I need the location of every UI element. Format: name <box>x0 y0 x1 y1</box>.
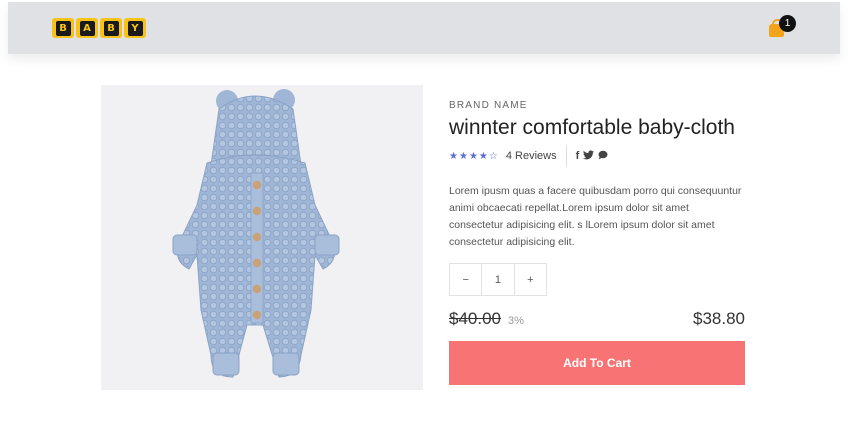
rating-stars: ★★★★☆ <box>449 151 499 162</box>
star-icon: ★ <box>449 150 459 162</box>
sale-price: $38.80 <box>693 309 745 328</box>
product-image <box>101 85 423 390</box>
cart-button[interactable]: 1 <box>768 15 798 41</box>
brand-logo[interactable]: B A B Y <box>52 18 146 38</box>
social-share: f <box>576 149 609 163</box>
star-icon: ★ <box>458 150 469 162</box>
decrease-button[interactable]: − <box>450 264 481 295</box>
divider <box>565 145 567 167</box>
reviews-link[interactable]: 4 Reviews <box>506 150 557 162</box>
logo-letter-b2: B <box>100 18 122 38</box>
product-description: Lorem ipusm quas a facere quibusdam porr… <box>449 185 742 248</box>
logo-letter-a: A <box>76 18 98 38</box>
add-to-cart-button[interactable]: Add To Cart <box>449 341 745 385</box>
original-price: $40.00 <box>449 309 501 328</box>
logo-letter-text: Y <box>127 20 143 36</box>
star-icon: ★ <box>478 150 489 162</box>
brand-name: BRAND NAME <box>449 100 528 111</box>
product-details: BRAND NAME winnter comfortable baby-clot… <box>449 96 745 385</box>
logo-letter-text: B <box>103 20 119 36</box>
increase-button[interactable]: + <box>515 264 546 295</box>
twitter-icon[interactable] <box>583 149 595 163</box>
logo-letter-text: B <box>55 20 71 36</box>
price-row: $40.00 3% $38.80 <box>449 309 745 333</box>
logo-letter-text: A <box>79 20 95 36</box>
logo-letter-y: Y <box>124 18 146 38</box>
logo-letter-b: B <box>52 18 74 38</box>
star-icon: ★ <box>468 150 479 162</box>
cart-count-badge: 1 <box>779 15 796 32</box>
discount-percent: 3% <box>508 315 524 327</box>
star-outline-icon: ☆ <box>488 150 499 162</box>
quantity-stepper: − 1 + <box>449 263 547 296</box>
quantity-input[interactable]: 1 <box>481 264 515 295</box>
product-title: winnter comfortable baby-cloth <box>449 116 735 139</box>
top-navbar: B A B Y 1 <box>8 2 840 54</box>
rating-row: ★★★★☆ 4 Reviews f <box>449 145 745 167</box>
chat-icon[interactable] <box>598 150 608 163</box>
baby-romper-illustration <box>172 89 340 378</box>
facebook-icon[interactable]: f <box>576 150 580 162</box>
